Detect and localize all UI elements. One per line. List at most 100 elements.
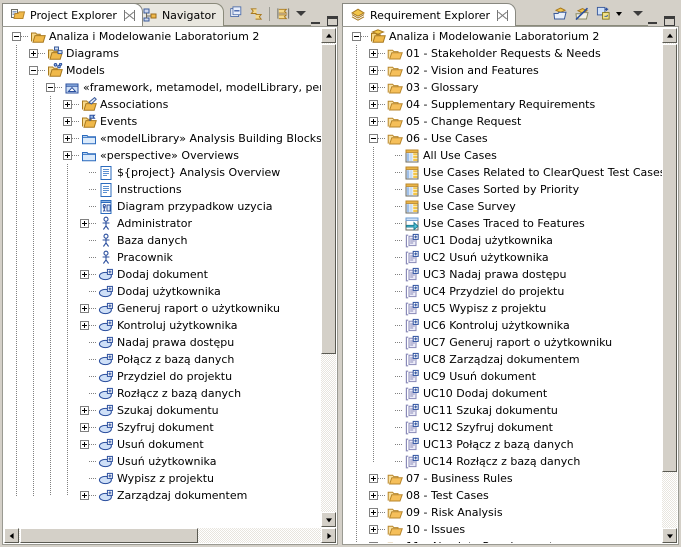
expand-icon[interactable] bbox=[29, 49, 38, 58]
close-icon[interactable] bbox=[497, 9, 509, 21]
open-project-icon[interactable] bbox=[552, 6, 568, 22]
tree-item[interactable]: Instructions bbox=[4, 181, 321, 198]
expand-icon[interactable] bbox=[80, 440, 89, 449]
tree-item[interactable]: Use Cases Traced to Features bbox=[344, 215, 662, 232]
minimize-icon[interactable] bbox=[310, 19, 320, 24]
tree-item[interactable]: «framework, metamodel, modelLibrary, per… bbox=[4, 79, 321, 96]
tree-item[interactable]: Nadaj prawa dostępu bbox=[4, 334, 321, 351]
expand-icon[interactable] bbox=[369, 508, 378, 517]
scroll-down-button[interactable] bbox=[321, 512, 336, 527]
expand-icon[interactable] bbox=[80, 423, 89, 432]
scroll-thumb[interactable] bbox=[20, 528, 198, 543]
tree-item[interactable]: Usuń dokument bbox=[4, 436, 321, 453]
tree-item[interactable]: Use Cases Sorted by Priority bbox=[344, 181, 662, 198]
tree-item[interactable]: 09 - Risk Analysis bbox=[344, 504, 662, 521]
expand-icon[interactable] bbox=[369, 117, 378, 126]
tree-item[interactable]: Szukaj dokumentu bbox=[4, 402, 321, 419]
tree-item[interactable]: UC12 Szyfruj dokument bbox=[344, 419, 662, 436]
expand-icon[interactable] bbox=[80, 270, 89, 279]
maximize-icon[interactable] bbox=[326, 16, 338, 26]
expand-icon[interactable] bbox=[369, 542, 378, 543]
scroll-down-button[interactable] bbox=[662, 528, 677, 543]
tab-requirement-explorer[interactable]: Requirement Explorer bbox=[342, 3, 517, 26]
tree-item[interactable]: 03 - Glossary bbox=[344, 79, 662, 96]
tree-item[interactable]: Use Cases Related to ClearQuest Test Cas… bbox=[344, 164, 662, 181]
collapse-all-icon[interactable] bbox=[229, 5, 243, 22]
tree-item[interactable]: «modelLibrary» Analysis Building Blocks bbox=[4, 130, 321, 147]
chevron-down-icon[interactable] bbox=[616, 11, 622, 16]
tree-item[interactable]: 04 - Supplementary Requirements bbox=[344, 96, 662, 113]
tree-item[interactable]: Models bbox=[4, 62, 321, 79]
expand-icon[interactable] bbox=[63, 134, 72, 143]
tree-item[interactable]: 01 - Stakeholder Requests & Needs bbox=[344, 45, 662, 62]
expand-icon[interactable] bbox=[63, 151, 72, 160]
scroll-right-button[interactable] bbox=[321, 528, 336, 543]
tree-item[interactable]: Diagram przypadkow uzycia bbox=[4, 198, 321, 215]
tree-item[interactable]: Baza danych bbox=[4, 232, 321, 249]
tree-item[interactable]: 02 - Vision and Features bbox=[344, 62, 662, 79]
minimize-icon[interactable] bbox=[648, 19, 657, 24]
collapse-icon[interactable] bbox=[46, 83, 55, 92]
new-requirement-icon[interactable] bbox=[596, 6, 611, 22]
expand-icon[interactable] bbox=[80, 406, 89, 415]
tree-item[interactable]: Szyfruj dokument bbox=[4, 419, 321, 436]
expand-icon[interactable] bbox=[63, 100, 72, 109]
tree-item[interactable]: UC14 Rozłącz z bazą danych bbox=[344, 453, 662, 470]
tree-item[interactable]: Połącz z bazą danych bbox=[4, 351, 321, 368]
close-project-icon[interactable] bbox=[574, 6, 590, 22]
tree-item[interactable]: Zarządzaj dokumentem bbox=[4, 487, 321, 504]
tree-item[interactable]: «perspective» Overviews bbox=[4, 147, 321, 164]
scroll-up-button[interactable] bbox=[321, 28, 336, 43]
tree-item[interactable]: Pracownik bbox=[4, 249, 321, 266]
tree-item[interactable]: UC7 Generuj raport o użytkowniku bbox=[344, 334, 662, 351]
view-menu-icon[interactable] bbox=[633, 11, 643, 16]
scroll-thumb[interactable] bbox=[662, 44, 677, 472]
tree-item[interactable]: Administrator bbox=[4, 215, 321, 232]
expand-icon[interactable] bbox=[80, 321, 89, 330]
expand-icon[interactable] bbox=[63, 117, 72, 126]
tree-item[interactable]: Dodaj użytkownika bbox=[4, 283, 321, 300]
tree-item[interactable]: UC5 Wypisz z projektu bbox=[344, 300, 662, 317]
tab-project-explorer[interactable]: Project Explorer bbox=[2, 3, 143, 26]
expand-icon[interactable] bbox=[369, 525, 378, 534]
scroll-left-button[interactable] bbox=[4, 528, 19, 543]
tree-item[interactable]: Use Case Survey bbox=[344, 198, 662, 215]
left-horizontal-scrollbar[interactable] bbox=[4, 528, 336, 543]
expand-icon[interactable] bbox=[369, 100, 378, 109]
tree-item[interactable]: 10 - Issues bbox=[344, 521, 662, 538]
tree-item[interactable]: Przydziel do projektu bbox=[4, 368, 321, 385]
tree-item[interactable]: Events bbox=[4, 113, 321, 130]
collapse-icon[interactable] bbox=[12, 32, 21, 41]
tree-item[interactable]: UC2 Usuń użytkownika bbox=[344, 249, 662, 266]
maximize-icon[interactable] bbox=[664, 16, 675, 26]
tree-item[interactable]: Usuń użytkownika bbox=[4, 453, 321, 470]
tree-item[interactable]: UC3 Nadaj prawa dostępu bbox=[344, 266, 662, 283]
project-tree[interactable]: Analiza i Modelowanie Laboratorium 2 Diag… bbox=[4, 28, 321, 527]
tree-item[interactable]: UC4 Przydziel do projektu bbox=[344, 283, 662, 300]
expand-icon[interactable] bbox=[80, 304, 89, 313]
collapse-icon[interactable] bbox=[352, 32, 361, 41]
tree-item[interactable]: All Use Cases bbox=[344, 147, 662, 164]
tree-item[interactable]: Dodaj dokument bbox=[4, 266, 321, 283]
link-editor-icon[interactable] bbox=[249, 6, 264, 22]
tree-item[interactable]: 08 - Test Cases bbox=[344, 487, 662, 504]
tree-item[interactable]: UC8 Zarządzaj dokumentem bbox=[344, 351, 662, 368]
tree-item[interactable]: UC10 Dodaj dokument bbox=[344, 385, 662, 402]
tree-item[interactable]: Analiza i Modelowanie Laboratorium 2 bbox=[344, 28, 662, 45]
left-vertical-scrollbar[interactable] bbox=[321, 28, 336, 527]
tree-item[interactable]: Wypisz z projektu bbox=[4, 470, 321, 487]
expand-icon[interactable] bbox=[369, 474, 378, 483]
tree-item[interactable]: Generuj raport o użytkowniku bbox=[4, 300, 321, 317]
tree-item[interactable]: UC13 Połącz z bazą danych bbox=[344, 436, 662, 453]
requirement-tree[interactable]: Analiza i Modelowanie Laboratorium 2 01 -… bbox=[344, 28, 662, 543]
tree-item[interactable]: 05 - Change Request bbox=[344, 113, 662, 130]
expand-icon[interactable] bbox=[369, 83, 378, 92]
tree-item[interactable]: 06 - Use Cases bbox=[344, 130, 662, 147]
expand-icon[interactable] bbox=[80, 219, 89, 228]
tree-item[interactable]: Associations bbox=[4, 96, 321, 113]
filters-icon[interactable] bbox=[276, 6, 291, 22]
view-menu-icon[interactable] bbox=[295, 11, 306, 16]
tree-item[interactable]: Diagrams bbox=[4, 45, 321, 62]
tab-navigator[interactable]: Navigator bbox=[133, 3, 224, 26]
expand-icon[interactable] bbox=[369, 491, 378, 500]
